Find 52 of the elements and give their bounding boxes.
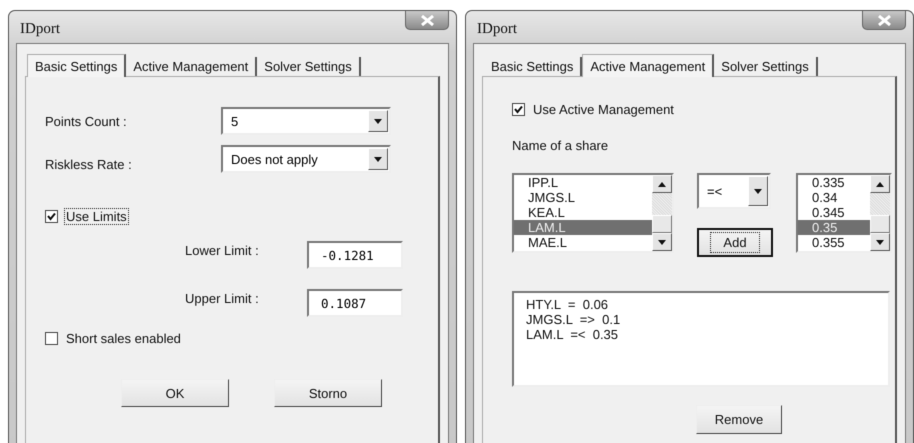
list-item[interactable]: 0.335 [798,175,870,190]
dropdown[interactable]: =< [697,173,771,209]
list-item[interactable]: 0.345 [798,205,870,220]
scroll-up-icon [876,182,884,186]
constraint-entry[interactable]: JMGS.L => 0.1 [526,312,888,327]
list-item[interactable]: 0.34 [798,190,870,205]
list-item[interactable]: IPP.L [514,175,652,190]
scroll-thumb[interactable] [652,215,672,233]
text-field[interactable]: 0.1087 [307,289,403,317]
close-icon [420,14,434,26]
checkbox[interactable] [45,332,58,345]
checkbox-label[interactable]: Use Limits [64,208,129,225]
add-button[interactable]: Add [697,228,773,257]
close-button[interactable] [862,11,906,30]
scroll-down-icon [876,240,884,244]
checkbox-label[interactable]: Short sales enabled [64,330,183,347]
dropdown-arrow-icon [374,118,382,124]
list-item[interactable]: 0.35 [798,220,870,235]
checkbox[interactable] [512,103,525,116]
list-item[interactable]: MAE.L [514,235,652,250]
field-label: Upper Limit : [185,290,260,306]
section-label: Name of a share [512,138,610,153]
tab[interactable]: Basic Settings [27,54,126,77]
tab[interactable]: Active Management [582,54,714,77]
dropdown[interactable]: 5 [221,107,391,135]
list-item[interactable]: JMGS.L [514,190,652,205]
list-item[interactable]: KEA.L [514,205,652,220]
scroll-up-icon [658,182,666,186]
checkbox-label[interactable]: Use Active Management [531,101,676,118]
remove-button[interactable]: Remove [696,405,782,434]
dropdown-arrow-icon [374,156,382,162]
window-title: IDport [19,20,60,38]
constraint-entry[interactable]: HTY.L = 0.06 [526,297,888,312]
text-field[interactable]: -0.1281 [307,241,403,269]
close-button[interactable] [405,11,449,30]
field-label: Riskless Rate : [45,156,133,172]
dialog-button[interactable]: OK [121,379,229,407]
list-item[interactable]: LAM.L [514,220,652,235]
scroll-thumb[interactable] [870,215,890,233]
window-title: IDport [476,20,517,38]
dropdown[interactable]: Does not apply [221,145,391,173]
list-item[interactable]: 0.355 [798,235,870,250]
checkbox[interactable] [45,210,58,223]
scroll-down-icon [658,240,666,244]
constraint-entry[interactable]: LAM.L =< 0.35 [526,327,888,342]
scrollbar[interactable] [652,175,672,251]
field-label: Lower Limit : [185,242,260,258]
close-icon [878,14,890,26]
scrollbar[interactable] [870,175,890,251]
dialog-button[interactable]: Storno [274,379,382,407]
dropdown-arrow-icon [754,188,762,194]
field-label: Points Count : [45,114,128,128]
